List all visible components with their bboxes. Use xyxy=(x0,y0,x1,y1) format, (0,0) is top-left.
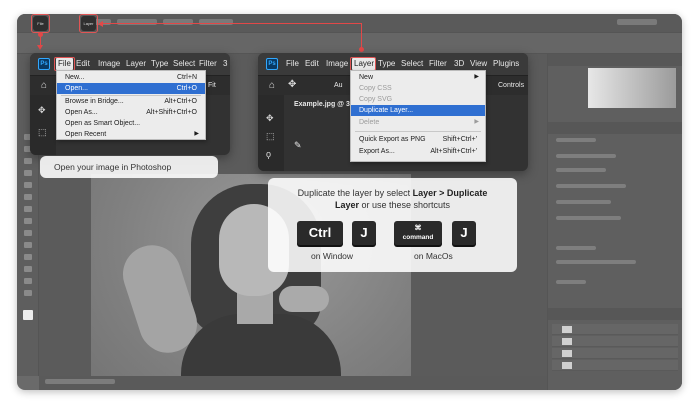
mini-layer-button[interactable]: Layer xyxy=(81,16,96,31)
menu-image[interactable]: Image xyxy=(98,58,120,70)
submenu-arrow-icon: ▶ xyxy=(474,74,479,80)
layer-connector-arrow-left xyxy=(98,21,103,27)
home-icon[interactable]: ⌂ xyxy=(269,80,280,91)
duplicate-instruction-box: Duplicate the layer by select Layer > Du… xyxy=(268,178,517,272)
layer-menu-item-copy-css: Copy CSS xyxy=(359,85,392,92)
file-menu-highlight-frame xyxy=(54,57,75,71)
menu-file[interactable]: File xyxy=(286,58,299,70)
photoshop-logo-icon: Ps xyxy=(38,58,50,70)
submenu-arrow-icon: ▶ xyxy=(474,119,479,125)
menu-type[interactable]: Type xyxy=(378,58,395,70)
file-menu-item-open[interactable]: Open... Ctrl+O xyxy=(57,83,205,94)
layer-menu-item-new[interactable]: New ▶ xyxy=(351,72,485,83)
file-menu-item-browse-bridge[interactable]: Browse in Bridge... Alt+Ctrl+O xyxy=(57,96,205,107)
layer-menu-item-duplicate-layer[interactable]: Duplicate Layer... xyxy=(351,105,485,116)
backdrop-status-bar xyxy=(39,376,547,390)
layer-menu-panel: Ps File Edit Image Layer Type Select Fil… xyxy=(258,53,528,171)
file-panel-toolbar: ✥ ⬚ xyxy=(30,95,56,155)
menu-filter[interactable]: Filter xyxy=(429,58,447,70)
menu-select[interactable]: Select xyxy=(401,58,423,70)
mac-shortcut-label: on MacOs xyxy=(414,251,453,261)
move-tool-icon[interactable]: ✥ xyxy=(288,79,296,90)
transform-controls-option[interactable]: Controls xyxy=(498,80,524,92)
move-tool-icon[interactable]: ✥ xyxy=(38,105,46,116)
layer-menu-highlight-frame xyxy=(350,57,376,71)
photoshop-logo-icon: Ps xyxy=(266,58,278,70)
layer-menu-item-quick-export-png[interactable]: Quick Export as PNG Shift+Ctrl+' xyxy=(351,134,485,145)
marquee-tool-icon[interactable]: ⬚ xyxy=(266,131,275,142)
brush-tool-icon[interactable]: ✎ xyxy=(294,139,302,151)
j-key-mac: J xyxy=(452,221,476,245)
layer-menu-item-copy-svg: Copy SVG xyxy=(359,96,393,103)
file-dropdown-menu: New... Ctrl+N Open... Ctrl+O Browse in Bri… xyxy=(56,70,206,140)
layer-menu-item-delete: Delete ▶ xyxy=(359,119,479,126)
file-connector-arrow xyxy=(37,45,43,50)
menu-3d[interactable]: 3 xyxy=(223,58,227,70)
menu-edit[interactable]: Edit xyxy=(76,58,90,70)
menu-view[interactable]: View xyxy=(470,58,487,70)
menu-3d[interactable]: 3D xyxy=(454,58,464,70)
layer-menu-item-export-as[interactable]: Export As... Alt+Shift+Ctrl+' xyxy=(351,146,485,157)
menu-filter[interactable]: Filter xyxy=(199,58,217,70)
menu-edit[interactable]: Edit xyxy=(305,58,319,70)
windows-shortcut-label: on Window xyxy=(311,251,354,261)
file-menu-item-open-recent[interactable]: Open Recent ▶ xyxy=(57,129,205,140)
open-image-caption: Open your image in Photoshop xyxy=(54,162,172,172)
file-menu-item-open-smart-object[interactable]: Open as Smart Object... xyxy=(57,118,205,129)
layer-connector-line-h xyxy=(103,23,361,24)
auto-select-option[interactable]: Au xyxy=(334,80,343,92)
move-tool-icon[interactable]: ✥ xyxy=(266,113,274,124)
layer-connector-line-v xyxy=(361,23,362,50)
layer-dropdown-menu: New ▶ Copy CSS Copy SVG Duplicate Layer..… xyxy=(350,70,486,162)
command-key: ⌘ command xyxy=(394,221,442,245)
menu-select[interactable]: Select xyxy=(173,58,195,70)
ctrl-key: Ctrl xyxy=(297,221,343,245)
menu-type[interactable]: Type xyxy=(151,58,168,70)
j-key-windows: J xyxy=(352,221,376,245)
submenu-arrow-icon: ▶ xyxy=(194,131,199,137)
open-image-caption-box: Open your image in Photoshop xyxy=(40,156,218,178)
menu-layer[interactable]: Layer xyxy=(126,58,146,70)
fit-option[interactable]: Fit xyxy=(208,80,216,92)
file-menu-item-new[interactable]: New... Ctrl+N xyxy=(57,72,205,83)
duplicate-instruction-text: Duplicate the layer by select Layer > Du… xyxy=(297,188,488,210)
tutorial-illustration: File Layer Ps File Edit Image Layer Type… xyxy=(0,0,700,408)
home-icon[interactable]: ⌂ xyxy=(41,80,52,91)
marquee-tool-icon[interactable]: ⬚ xyxy=(38,127,47,138)
layer-panel-toolbar: ✥ ⬚ ϙ xyxy=(258,95,284,171)
menu-image[interactable]: Image xyxy=(326,58,348,70)
lasso-tool-icon[interactable]: ϙ xyxy=(266,149,271,159)
command-icon: ⌘ xyxy=(414,225,422,232)
backdrop-options-bar xyxy=(17,32,682,54)
document-tab-title[interactable]: Example.jpg @ 3 xyxy=(294,99,350,111)
mini-file-button[interactable]: File xyxy=(33,16,48,31)
layer-connector-dot xyxy=(359,47,364,52)
file-menu-panel: Ps File Edit Image Layer Type Select Fil… xyxy=(30,53,230,155)
backdrop-right-panels xyxy=(547,54,682,390)
menu-plugins[interactable]: Plugins xyxy=(493,58,519,70)
file-menu-item-open-as[interactable]: Open As... Alt+Shift+Ctrl+O xyxy=(57,107,205,118)
